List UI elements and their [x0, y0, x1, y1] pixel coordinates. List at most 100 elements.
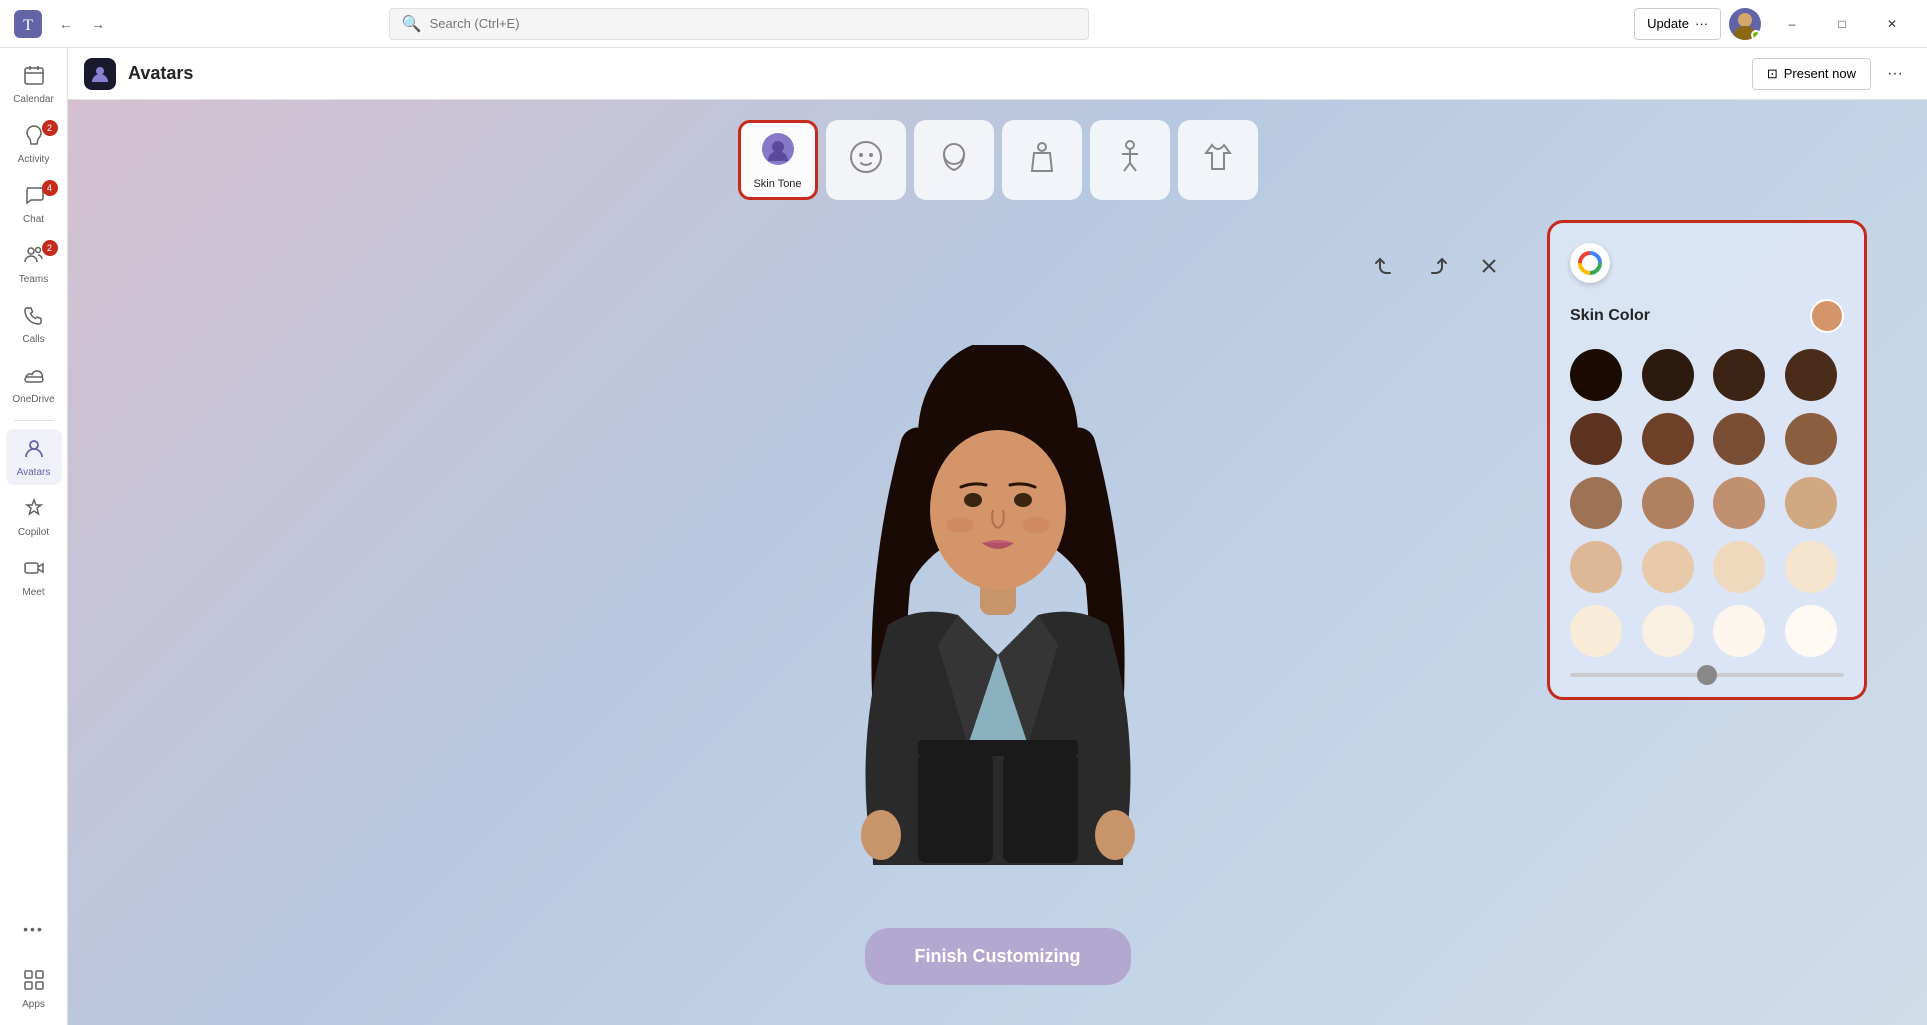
- skin-color-swatch[interactable]: [1570, 477, 1622, 529]
- apps-icon: [23, 969, 45, 997]
- skin-color-swatch[interactable]: [1713, 413, 1765, 465]
- skin-panel-header: Skin Color: [1570, 299, 1844, 333]
- main-layout: Calendar 2 Activity 4 Chat 2 Teams: [0, 48, 1927, 1025]
- skin-color-swatch[interactable]: [1642, 349, 1694, 401]
- avatar-workspace: Skin Tone: [68, 100, 1927, 1025]
- title-bar-left: T ← →: [12, 8, 112, 40]
- skin-color-swatch[interactable]: [1570, 605, 1622, 657]
- skin-color-swatch[interactable]: [1713, 477, 1765, 529]
- skin-color-swatch[interactable]: [1785, 477, 1837, 529]
- avatar-svg: [808, 345, 1188, 925]
- tool-outfit[interactable]: [1178, 120, 1258, 200]
- tool-face[interactable]: [826, 120, 906, 200]
- maximize-button[interactable]: □: [1819, 9, 1865, 39]
- tool-label: Skin Tone: [753, 178, 801, 190]
- body-icon: [1024, 139, 1060, 182]
- calendar-icon: [23, 64, 45, 92]
- google-color-icon: [1570, 243, 1610, 283]
- skin-color-swatch[interactable]: [1570, 349, 1622, 401]
- redo-button[interactable]: [1419, 248, 1455, 284]
- skin-slider-row: [1570, 673, 1844, 677]
- skin-color-swatch[interactable]: [1785, 413, 1837, 465]
- svg-text:T: T: [23, 17, 33, 34]
- sidebar-item-copilot[interactable]: Copilot: [6, 489, 62, 545]
- sidebar-item-label: Calls: [22, 334, 44, 345]
- minimize-button[interactable]: –: [1769, 9, 1815, 39]
- nav-back-button[interactable]: ←: [52, 10, 80, 38]
- skin-color-swatch[interactable]: [1785, 349, 1837, 401]
- action-row: [1367, 248, 1507, 284]
- calls-icon: [23, 304, 45, 332]
- window-controls: – □ ✕: [1769, 9, 1915, 39]
- search-input[interactable]: [430, 16, 1076, 31]
- skin-color-swatch[interactable]: [1570, 413, 1622, 465]
- copilot-icon: [23, 497, 45, 525]
- sidebar-item-chat[interactable]: 4 Chat: [6, 176, 62, 232]
- skin-color-swatch[interactable]: [1713, 605, 1765, 657]
- nav-forward-button[interactable]: →: [84, 10, 112, 38]
- skin-color-swatch[interactable]: [1713, 541, 1765, 593]
- update-button[interactable]: Update ···: [1634, 8, 1721, 40]
- update-label: Update: [1647, 16, 1689, 31]
- more-icon: •••: [23, 921, 44, 937]
- selected-color-indicator[interactable]: [1810, 299, 1844, 333]
- present-now-button[interactable]: ⊡ Present now: [1752, 58, 1871, 90]
- sidebar-item-label: Calendar: [13, 94, 54, 105]
- sidebar-item-apps[interactable]: Apps: [6, 961, 62, 1017]
- present-icon: ⊡: [1767, 66, 1778, 82]
- skin-tone-slider[interactable]: [1570, 673, 1844, 677]
- skin-color-swatch[interactable]: [1570, 541, 1622, 593]
- tool-pose[interactable]: [1090, 120, 1170, 200]
- tool-head[interactable]: [914, 120, 994, 200]
- teams-badge: 2: [42, 240, 58, 256]
- chat-badge: 4: [42, 180, 58, 196]
- user-avatar[interactable]: [1729, 8, 1761, 40]
- sidebar-item-calls[interactable]: Calls: [6, 296, 62, 352]
- sidebar-item-label: Chat: [23, 214, 44, 225]
- undo-button[interactable]: [1367, 248, 1403, 284]
- header-right: ⊡ Present now ···: [1752, 58, 1911, 90]
- app-icon: [84, 58, 116, 90]
- teams-logo: T: [12, 8, 44, 40]
- update-more-icon: ···: [1695, 16, 1708, 31]
- sidebar-item-label: Activity: [18, 154, 50, 165]
- close-button[interactable]: ✕: [1869, 9, 1915, 39]
- skin-color-swatch[interactable]: [1642, 541, 1694, 593]
- skin-color-swatch[interactable]: [1642, 605, 1694, 657]
- sidebar-item-teams[interactable]: 2 Teams: [6, 236, 62, 292]
- sidebar-item-label: Teams: [19, 274, 48, 285]
- title-bar-right: Update ··· – □ ✕: [1634, 8, 1915, 40]
- meet-icon: [23, 557, 45, 585]
- present-label: Present now: [1784, 66, 1856, 81]
- header-more-button[interactable]: ···: [1879, 58, 1911, 90]
- sidebar-item-calendar[interactable]: Calendar: [6, 56, 62, 112]
- activity-badge: 2: [42, 120, 58, 136]
- skin-color-grid: [1570, 349, 1844, 657]
- sidebar-item-label: Avatars: [17, 467, 51, 478]
- sidebar-item-label: Copilot: [18, 527, 49, 538]
- tool-skin-tone[interactable]: Skin Tone: [738, 120, 818, 200]
- sidebar-item-activity[interactable]: 2 Activity: [6, 116, 62, 172]
- skin-color-swatch[interactable]: [1642, 413, 1694, 465]
- sidebar-item-meet[interactable]: Meet: [6, 549, 62, 605]
- close-workspace-button[interactable]: [1471, 248, 1507, 284]
- skin-panel-title: Skin Color: [1570, 307, 1650, 325]
- sidebar-item-avatars[interactable]: Avatars: [6, 429, 62, 485]
- sidebar-item-onedrive[interactable]: OneDrive: [6, 356, 62, 412]
- sidebar: Calendar 2 Activity 4 Chat 2 Teams: [0, 48, 68, 1025]
- head-icon: [936, 139, 972, 182]
- skin-color-swatch[interactable]: [1785, 605, 1837, 657]
- skin-color-swatch[interactable]: [1642, 477, 1694, 529]
- skin-color-swatch[interactable]: [1785, 541, 1837, 593]
- search-bar[interactable]: 🔍: [389, 8, 1089, 40]
- customization-toolbar: Skin Tone: [738, 120, 1258, 200]
- onedrive-icon: [23, 364, 45, 392]
- finish-customizing-button[interactable]: Finish Customizing: [865, 928, 1131, 985]
- sidebar-item-label: Apps: [22, 999, 45, 1010]
- skin-color-panel: Skin Color: [1547, 220, 1867, 700]
- sidebar-item-more[interactable]: •••: [6, 901, 62, 957]
- outfit-icon: [1200, 139, 1236, 182]
- skin-color-swatch[interactable]: [1713, 349, 1765, 401]
- tool-body[interactable]: [1002, 120, 1082, 200]
- sidebar-divider: [14, 420, 54, 421]
